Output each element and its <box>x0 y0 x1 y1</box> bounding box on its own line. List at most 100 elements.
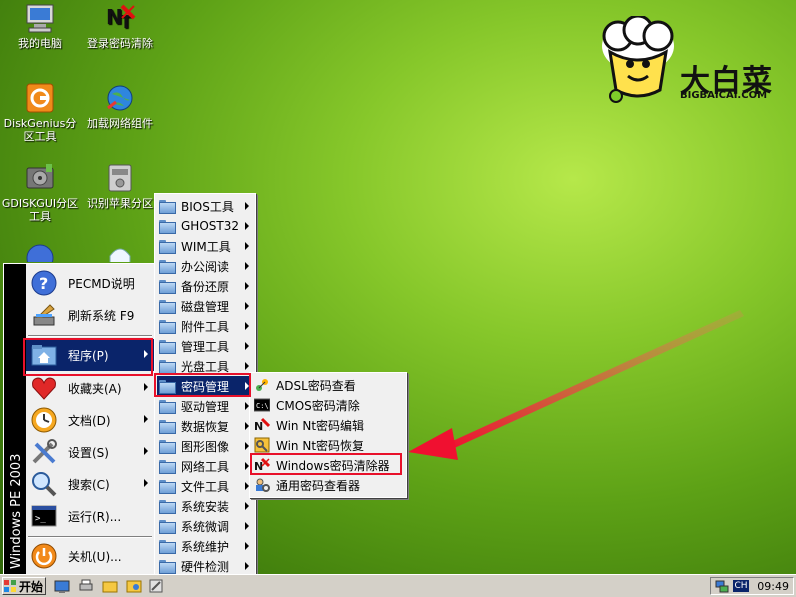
password-item-label: CMOS密码清除 <box>276 398 360 413</box>
programs-item[interactable]: 系统微调 <box>157 516 253 536</box>
submenu-arrow-icon <box>245 522 249 530</box>
programs-item[interactable]: WIM工具 <box>157 236 253 256</box>
submenu-arrow-icon <box>245 502 249 510</box>
programs-item[interactable]: BIOS工具 <box>157 196 253 216</box>
programs-item[interactable]: 数据恢复 <box>157 416 253 436</box>
quicklaunch-tool-icon[interactable] <box>148 578 164 594</box>
submenu-arrow-icon <box>245 322 249 330</box>
folder-icon <box>159 558 176 574</box>
desktop-icon-load-network[interactable]: 加载网络组件 <box>80 82 160 130</box>
submenu-arrow-icon <box>144 415 148 423</box>
submenu-arrow-icon <box>245 542 249 550</box>
start-item-pecmd-help[interactable]: ? PECMD说明 <box>26 267 154 299</box>
folder-icon <box>159 318 176 334</box>
start-item-label: 文档(D) <box>68 413 111 428</box>
programs-item[interactable]: 管理工具 <box>157 336 253 356</box>
folder-icon <box>159 398 176 414</box>
password-viewer-icon <box>254 477 270 493</box>
start-item-label: 搜索(C) <box>68 477 110 492</box>
svg-text:?: ? <box>39 274 48 293</box>
submenu-arrow-icon <box>245 302 249 310</box>
programs-item-label: BIOS工具 <box>181 199 234 214</box>
quicklaunch-folder-icon[interactable] <box>102 578 118 594</box>
desktop-icon-login-password-clear[interactable]: NT 登录密码清除 <box>80 2 160 50</box>
desktop-icon-hidden-help[interactable] <box>0 242 80 262</box>
start-button[interactable]: 开始 <box>2 577 46 595</box>
help-icon: ? <box>30 269 58 297</box>
desktop-icon-label: DiskGenius分区工具 <box>3 117 77 143</box>
start-menu-separator <box>28 335 152 337</box>
programs-item[interactable]: 系统维护 <box>157 536 253 556</box>
submenu-arrow-icon <box>245 562 249 570</box>
password-item[interactable]: N Win Nt密码编辑 <box>252 415 402 435</box>
bigbaicai-logo: 大白菜 BIGBAICAI.COM <box>598 14 788 108</box>
desktop-icon-label: 加载网络组件 <box>87 117 153 130</box>
password-item[interactable]: C:\ CMOS密码清除 <box>252 395 402 415</box>
desktop-icon-diskgenius[interactable]: DiskGenius分区工具 <box>0 82 80 143</box>
programs-item[interactable]: 驱动管理 <box>157 396 253 416</box>
start-item-favorites[interactable]: 收藏夹(A) <box>26 372 154 404</box>
refresh-broom-icon <box>30 301 58 329</box>
start-menu-banner-text: Windows PE 2003 <box>9 453 24 569</box>
password-item[interactable]: ADSL密码查看 <box>252 375 402 395</box>
folder-icon <box>159 518 176 534</box>
programs-item[interactable]: 图形图像 <box>157 436 253 456</box>
quicklaunch-desktop-icon[interactable] <box>54 578 70 594</box>
start-item-label: 收藏夹(A) <box>68 381 122 396</box>
desktop-icon-label: 登录密码清除 <box>87 37 153 50</box>
desktop-icon-gdiskgui[interactable]: GDISKGUI分区工具 <box>0 162 80 223</box>
apple-partition-icon <box>104 162 136 194</box>
programs-item[interactable]: 磁盘管理 <box>157 296 253 316</box>
start-item-search[interactable]: 搜索(C) <box>26 468 154 500</box>
windows-logo-icon <box>4 580 16 592</box>
password-item[interactable]: 通用密码查看器 <box>252 475 402 495</box>
start-item-settings[interactable]: 设置(S) <box>26 436 154 468</box>
programs-item[interactable]: 系统安装 <box>157 496 253 516</box>
folder-icon <box>159 278 176 294</box>
programs-item[interactable]: 备份还原 <box>157 276 253 296</box>
programs-item-label: 管理工具 <box>181 339 230 354</box>
start-item-label: 运行(R)... <box>68 509 122 524</box>
submenu-arrow-icon <box>144 383 148 391</box>
start-item-documents[interactable]: 文档(D) <box>26 404 154 436</box>
annotation-box-windows-password-clear <box>250 453 402 475</box>
quicklaunch-explorer-icon[interactable] <box>126 578 142 594</box>
programs-item[interactable]: 网络工具 <box>157 456 253 476</box>
programs-item-label: 硬件检测 <box>181 559 230 574</box>
password-item[interactable]: Win Nt密码恢复 <box>252 435 402 455</box>
ghost-icon <box>104 242 136 262</box>
programs-item[interactable]: 办公阅读 <box>157 256 253 276</box>
run-cmd-icon: >_ <box>30 502 58 530</box>
disk-tool-icon <box>24 162 56 194</box>
tray-network-icon[interactable] <box>715 579 729 593</box>
password-item-label: Win Nt密码恢复 <box>276 438 365 453</box>
programs-item[interactable]: GHOST32 <box>157 216 253 236</box>
quicklaunch-printer-icon[interactable] <box>78 578 94 594</box>
start-item-run[interactable]: >_ 运行(R)... <box>26 500 154 532</box>
password-item-label: ADSL密码查看 <box>276 378 356 393</box>
desktop-icon-my-computer[interactable]: 我的电脑 <box>0 2 80 50</box>
programs-item-label: 系统微调 <box>181 519 230 534</box>
start-item-shutdown[interactable]: 关机(U)... <box>26 540 154 572</box>
adsl-icon <box>254 377 270 393</box>
desktop-icon-hidden-ghost[interactable] <box>80 242 160 262</box>
key-recover-icon <box>254 437 270 453</box>
desktop-icon-apple-partition[interactable]: 识别苹果分区 <box>80 162 160 210</box>
desktop-icon-label: GDISKGUI分区工具 <box>1 197 79 223</box>
programs-item[interactable]: 附件工具 <box>157 316 253 336</box>
programs-item-label: 系统维护 <box>181 539 230 554</box>
search-icon <box>30 470 58 498</box>
ime-indicator[interactable]: CH <box>733 580 749 592</box>
programs-item-label: 网络工具 <box>181 459 230 474</box>
logo-url: BIGBAICAI.COM <box>680 90 768 101</box>
programs-item-label: 驱动管理 <box>181 399 230 414</box>
submenu-arrow-icon <box>245 242 249 250</box>
programs-item-label: 系统安装 <box>181 499 230 514</box>
password-submenu: ADSL密码查看 C:\ CMOS密码清除 N Win Nt密码编辑 Win Nt密码恢复… <box>249 372 407 498</box>
svg-text:>_: >_ <box>35 514 46 524</box>
programs-item-label: 文件工具 <box>181 479 230 494</box>
programs-item[interactable]: 文件工具 <box>157 476 253 496</box>
programs-item[interactable]: 硬件检测 <box>157 556 253 576</box>
folder-icon <box>159 438 176 454</box>
start-item-refresh[interactable]: 刷新系统 F9 <box>26 299 154 331</box>
